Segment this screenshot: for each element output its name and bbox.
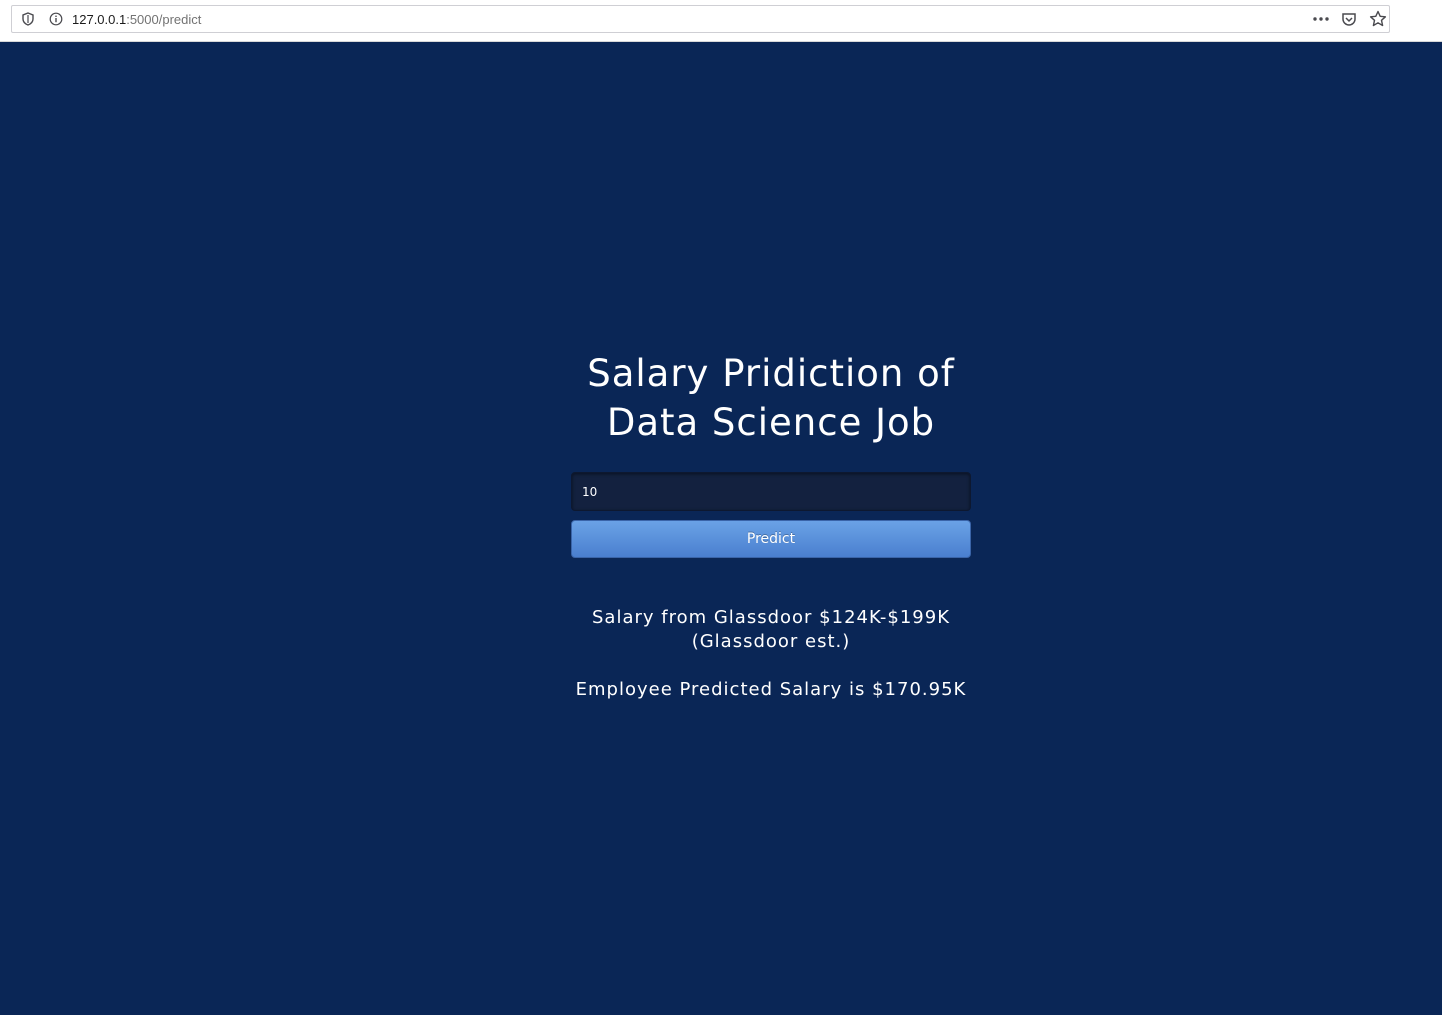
title-line-2: Data Science Job [606, 401, 936, 444]
experience-input[interactable] [571, 472, 971, 511]
predicted-salary-text: Employee Predicted Salary is $170.95K [575, 679, 967, 700]
predict-button[interactable]: Predict [571, 520, 971, 558]
title-line-1: Salary Pridiction of [587, 352, 955, 395]
glassdoor-salary-text: Salary from Glassdoor $124K-$199K (Glass… [521, 606, 1021, 654]
glassdoor-line-1: Salary from Glassdoor $124K-$199K [591, 607, 950, 628]
browser-toolbar: 127.0.0.1:5000/predict [0, 0, 1442, 42]
bookmark-star-icon[interactable] [1369, 10, 1387, 28]
info-icon[interactable] [49, 12, 63, 26]
shield-icon[interactable] [21, 12, 35, 26]
pocket-icon[interactable] [1341, 11, 1357, 27]
page-content: Salary Pridiction of Data Science Job Pr… [0, 41, 1442, 1015]
url-host: 127.0.0.1 [72, 12, 127, 27]
url-path: :5000/predict [126, 12, 202, 27]
more-actions-icon[interactable] [1312, 12, 1330, 26]
glassdoor-line-2: (Glassdoor est.) [691, 631, 851, 652]
address-bar[interactable]: 127.0.0.1:5000/predict [11, 5, 1390, 33]
url-text[interactable]: 127.0.0.1:5000/predict [72, 12, 201, 27]
page-title: Salary Pridiction of Data Science Job [521, 349, 1021, 447]
